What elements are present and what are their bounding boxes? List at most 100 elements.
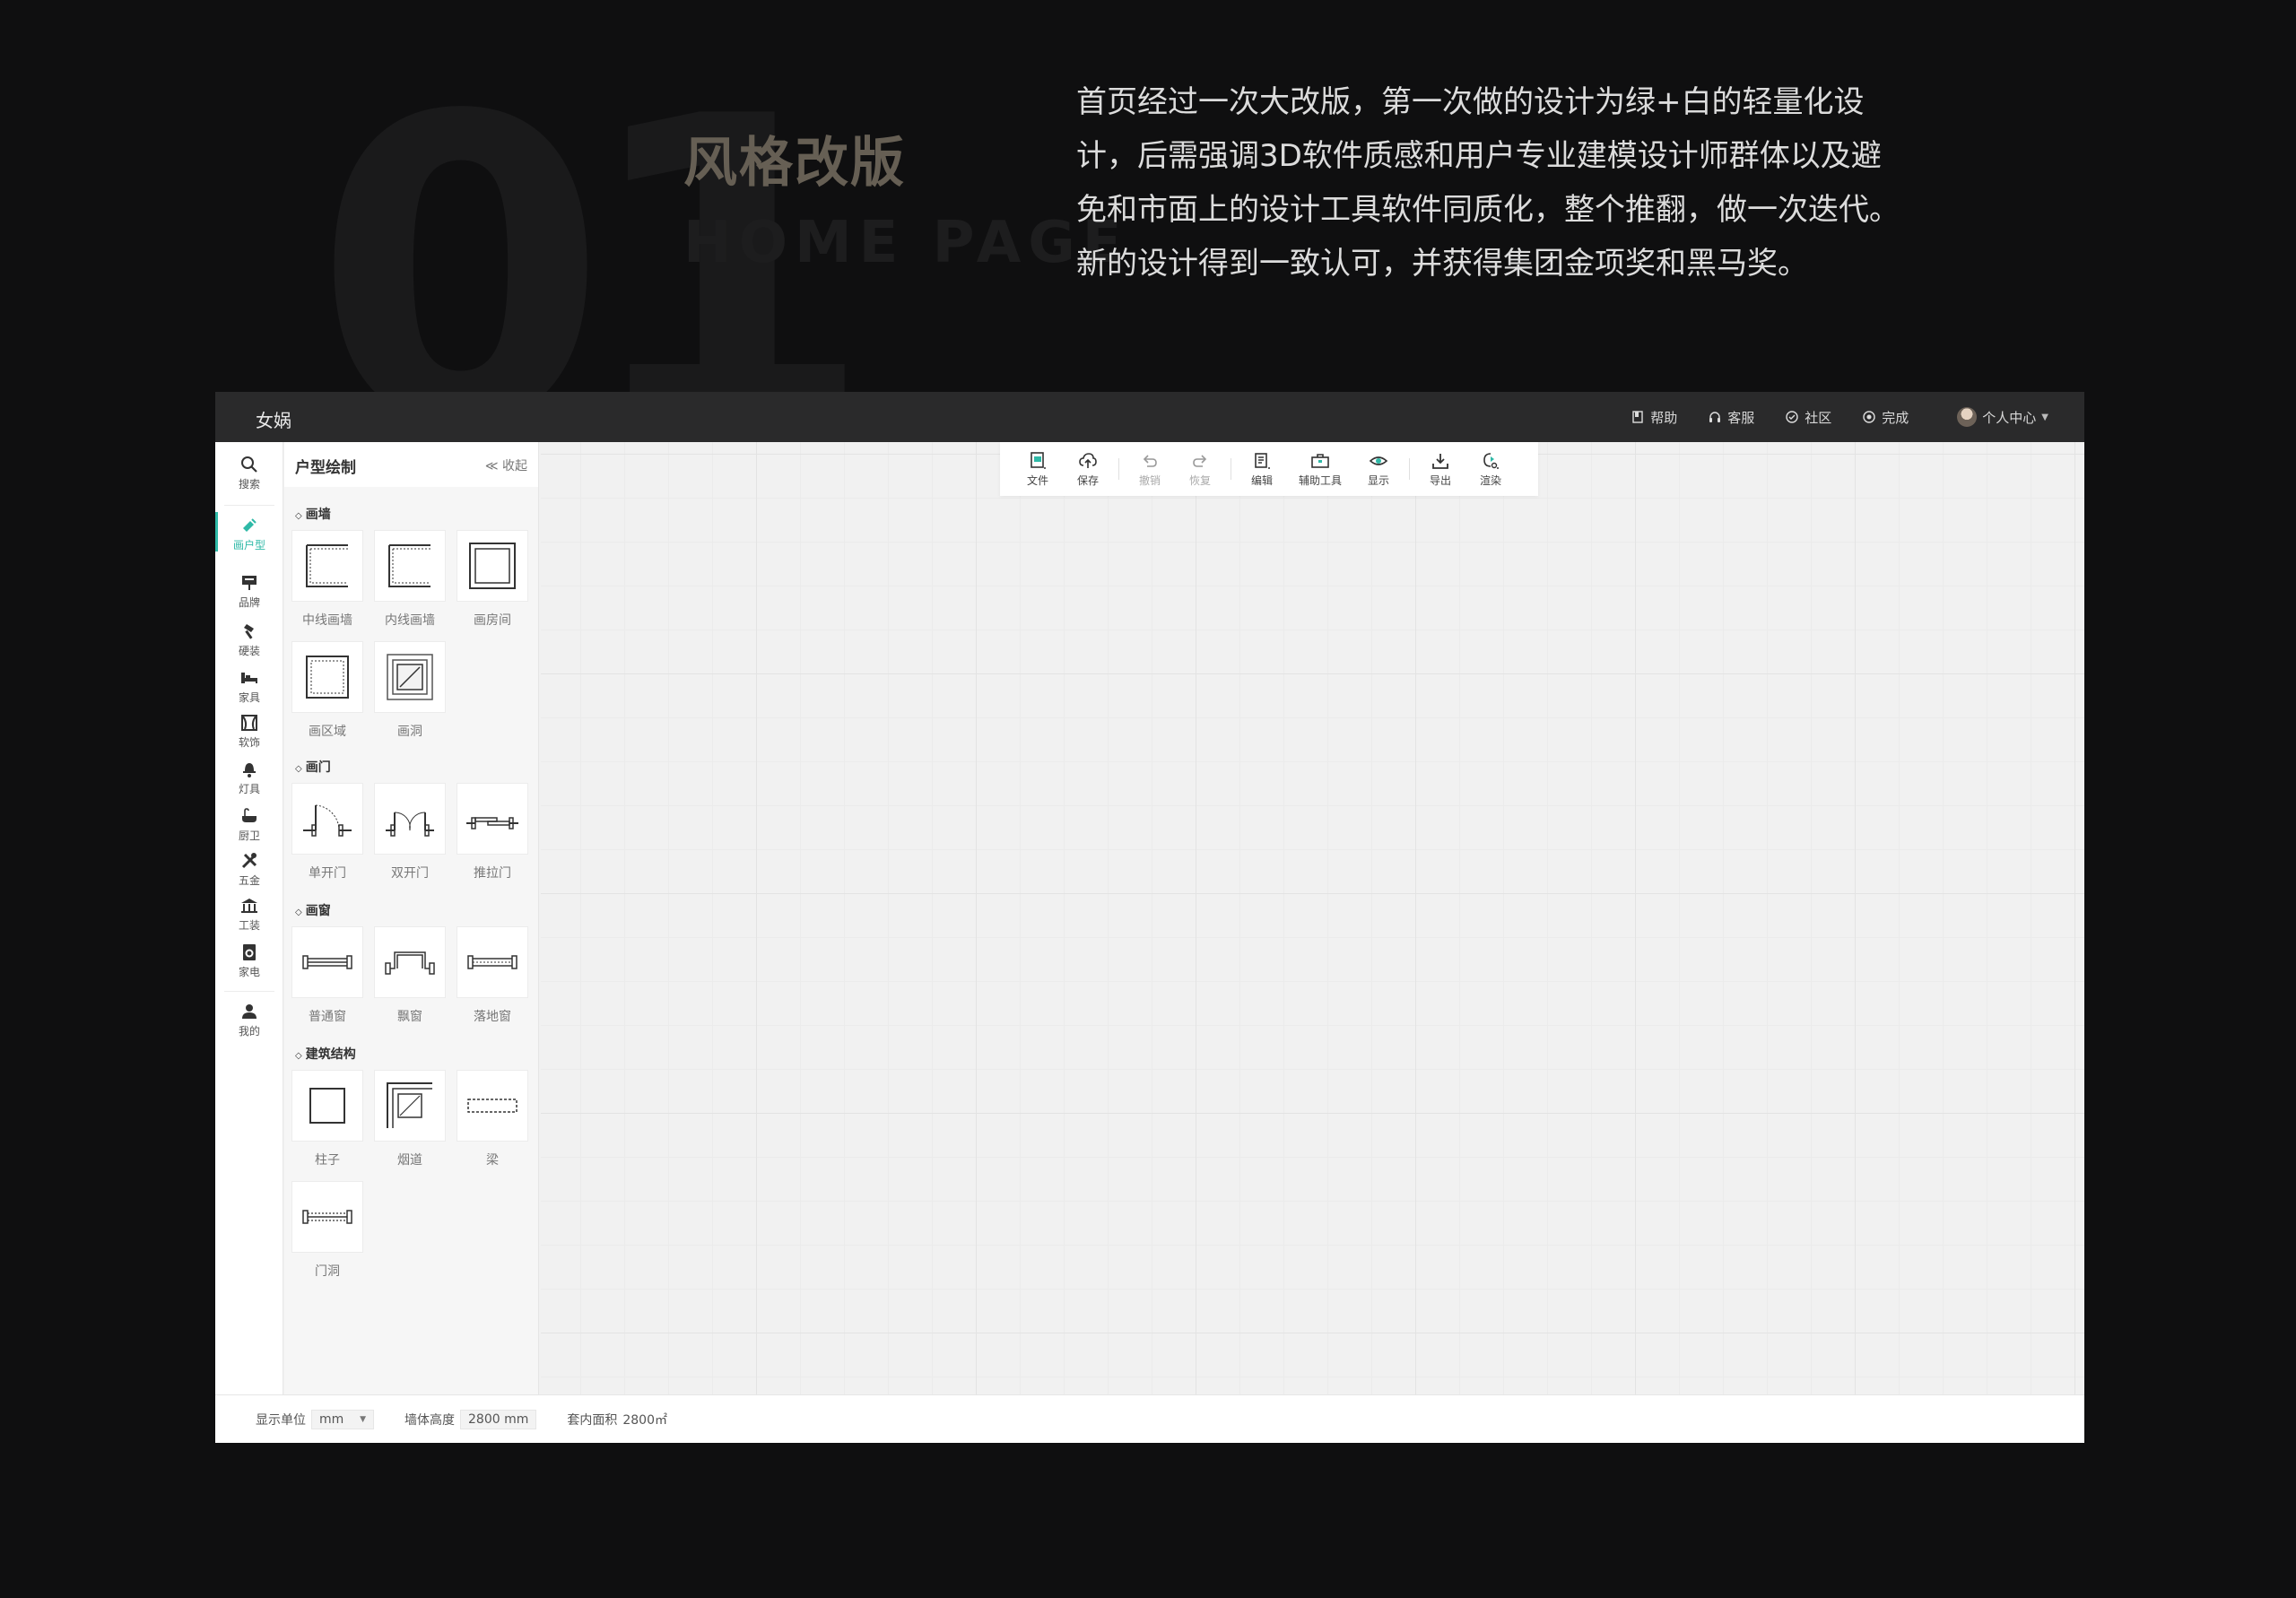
undo-icon (1143, 454, 1157, 467)
tool-caption: 画区域 (309, 725, 346, 739)
finish-label: 完成 (1882, 409, 1909, 426)
help-label: 帮助 (1650, 409, 1678, 426)
display-button[interactable]: 显示 (1353, 442, 1404, 496)
draw-floorplan-icon (243, 518, 257, 532)
design-canvas[interactable]: 文件 保存 撤销 恢复 编辑 辅助工具 显示 导出 渲染 (541, 442, 2084, 1394)
rail-label: 工装 (238, 919, 260, 932)
tool-bay-window[interactable]: 飘窗 (374, 926, 446, 1025)
tool-beam[interactable]: 梁 (457, 1070, 528, 1168)
tool-draw-room[interactable]: 画房间 (457, 530, 528, 629)
rail-item-hard-decor[interactable]: 硬装 (215, 621, 283, 658)
area-value: 2800㎡ (622, 1412, 667, 1428)
area-group: 套内面积 2800㎡ (567, 1411, 667, 1429)
tool-caption: 单开门 (309, 866, 346, 881)
column-icon (309, 1088, 345, 1124)
toolbar-label: 渲染 (1479, 473, 1501, 487)
flue-icon (387, 1082, 432, 1128)
rail-label: 家具 (238, 691, 260, 704)
rail-item-kitchen-bath[interactable]: 厨卫 (215, 806, 283, 843)
avatar (1957, 407, 1978, 427)
tool-caption: 门洞 (315, 1264, 340, 1279)
headset-icon (1709, 412, 1721, 422)
rail-item-commercial[interactable]: 工装 (215, 896, 283, 933)
collapse-button[interactable]: ≪ 收起 (485, 456, 527, 474)
finish-link[interactable]: 完成 (1862, 408, 1909, 427)
tool-normal-window[interactable]: 普通窗 (291, 926, 363, 1025)
file-button[interactable]: 文件 (1013, 442, 1063, 496)
tool-draw-area[interactable]: 画区域 (291, 641, 363, 740)
tool-caption: 中线画墙 (302, 613, 352, 628)
community-link[interactable]: 社区 (1785, 408, 1831, 427)
panel-title: 户型绘制 (295, 459, 356, 477)
tool-double-door[interactable]: 双开门 (374, 783, 446, 882)
hammer-icon (244, 624, 254, 639)
rail-item-lighting[interactable]: 灯具 (215, 760, 283, 796)
help-link[interactable]: 帮助 (1631, 408, 1677, 427)
tool-caption: 飘窗 (397, 1010, 422, 1024)
tool-single-door[interactable]: 单开门 (291, 783, 363, 882)
tool-floor-window[interactable]: 落地窗 (457, 926, 528, 1025)
tool-door-opening[interactable]: 门洞 (291, 1181, 363, 1280)
rail-label: 厨卫 (238, 829, 260, 842)
community-icon (1786, 411, 1798, 423)
rail-item-brand[interactable]: 品牌 (215, 573, 283, 610)
tool-caption: 推拉门 (474, 866, 511, 881)
tool-caption: 烟道 (397, 1153, 422, 1168)
chevron-down-icon: ▼ (2041, 412, 2048, 422)
display-unit-label: 显示单位 (256, 1412, 306, 1428)
edit-button[interactable]: 编辑 (1237, 442, 1287, 496)
tools-icon (241, 853, 257, 869)
redo-icon (1193, 454, 1207, 467)
service-label: 客服 (1727, 409, 1755, 426)
status-bar: 显示单位 mm ▼ 墙体高度 2800 mm 套内面积 2800㎡ (215, 1394, 2084, 1443)
toolbar-label: 辅助工具 (1298, 473, 1342, 487)
display-unit-select[interactable]: mm ▼ (311, 1409, 374, 1429)
toolbar-divider (1118, 458, 1119, 480)
tool-centerline-wall[interactable]: 中线画墙 (291, 530, 363, 629)
assist-tools-button[interactable]: 辅助工具 (1287, 442, 1353, 496)
service-link[interactable]: 客服 (1708, 408, 1754, 427)
edit-doc-icon (1255, 452, 1270, 469)
export-button[interactable]: 导出 (1415, 442, 1465, 496)
innerline-wall-icon (388, 544, 430, 587)
tool-innerline-wall[interactable]: 内线画墙 (374, 530, 446, 629)
sliding-door-icon (466, 817, 518, 829)
tool-column[interactable]: 柱子 (291, 1070, 363, 1168)
display-unit-value: mm (319, 1411, 344, 1427)
rail-item-soft-decor[interactable]: 软饰 (215, 713, 283, 750)
rail-item-hardware[interactable]: 五金 (215, 851, 283, 888)
section-windows-title: 画窗 (295, 901, 331, 919)
rail-label: 灯具 (238, 783, 260, 795)
curtain-icon (241, 715, 257, 731)
toolbar-label: 编辑 (1250, 473, 1273, 487)
tool-draw-hole[interactable]: 画洞 (374, 641, 446, 740)
floor-window-icon (467, 955, 517, 969)
rail-divider (224, 505, 274, 506)
toolbar-label: 撤销 (1138, 473, 1161, 487)
undo-button[interactable]: 撤销 (1125, 442, 1175, 496)
rail-item-appliances[interactable]: 家电 (215, 942, 283, 979)
toolbar-divider (1409, 458, 1410, 480)
user-center-menu[interactable]: 个人中心 ▼ (1957, 407, 2048, 427)
redo-button[interactable]: 恢复 (1175, 442, 1225, 496)
tool-sliding-door[interactable]: 推拉门 (457, 783, 528, 882)
app-logo[interactable]: 女娲 (256, 406, 291, 432)
render-button[interactable]: 渲染 (1465, 442, 1516, 496)
rail-label: 硬装 (238, 645, 260, 657)
normal-window-icon (302, 955, 352, 969)
wall-height-input[interactable]: 2800 mm (460, 1409, 537, 1429)
rail-item-mine[interactable]: 我的 (215, 1002, 283, 1038)
save-button[interactable]: 保存 (1063, 442, 1113, 496)
wall-height-label: 墙体高度 (404, 1412, 455, 1428)
tool-caption: 内线画墙 (385, 613, 435, 628)
door-opening-icon (302, 1210, 352, 1224)
tool-flue[interactable]: 烟道 (374, 1070, 446, 1168)
section-title: 风格改版 (683, 132, 906, 195)
user-icon (242, 1004, 257, 1019)
rail-label: 画户型 (232, 539, 265, 551)
category-rail: 搜索 画户型 品牌 硬装 家具 软饰 灯具 厨卫 五金 工装 家电 我的 (215, 442, 283, 1394)
rail-item-draw-floorplan[interactable]: 画户型 (215, 512, 283, 552)
rail-item-furniture[interactable]: 家具 (215, 668, 283, 705)
help-book-icon (1632, 411, 1643, 423)
rail-item-search[interactable]: 搜索 (215, 455, 283, 491)
